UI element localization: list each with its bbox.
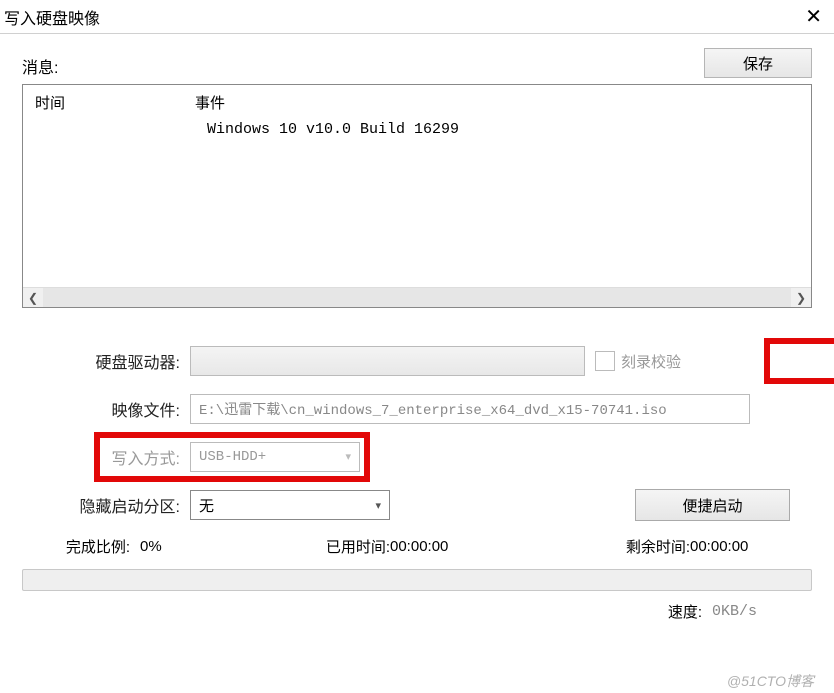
- remaining-label: 剩余时间:: [550, 536, 690, 557]
- verify-checkbox-wrap[interactable]: 刻录校验: [595, 351, 681, 372]
- log-event-text: Windows 10 v10.0 Build 16299: [207, 121, 459, 138]
- elapsed-value: 00:00:00: [390, 538, 550, 555]
- horizontal-scrollbar[interactable]: ❮ ❯: [23, 287, 811, 307]
- elapsed-label: 已用时间:: [260, 536, 390, 557]
- scroll-left-icon[interactable]: ❮: [23, 288, 43, 308]
- speed-value: 0KB/s: [712, 603, 784, 620]
- progress-label: 完成比例:: [22, 536, 140, 557]
- scroll-track[interactable]: [43, 288, 791, 307]
- close-icon[interactable]: ✕: [805, 7, 822, 27]
- progress-value: 0%: [140, 538, 260, 555]
- stats-row: 完成比例: 0% 已用时间: 00:00:00 剩余时间: 00:00:00: [22, 536, 812, 557]
- watermark: @51CTO博客: [727, 671, 814, 691]
- save-button[interactable]: 保存: [704, 48, 812, 78]
- titlebar: 写入硬盘映像 ✕: [0, 0, 834, 34]
- hide-boot-select[interactable]: 无 ▾: [190, 490, 390, 520]
- highlight-verify: [764, 338, 834, 384]
- hide-boot-value: 无: [199, 495, 214, 516]
- write-mode-value: USB-HDD+: [199, 449, 266, 465]
- speed-label: 速度:: [668, 601, 702, 622]
- verify-label: 刻录校验: [621, 351, 681, 372]
- column-header-time: 时间: [23, 92, 191, 113]
- messages-label: 消息:: [22, 54, 58, 78]
- log-entry: Windows 10 v10.0 Build 16299: [23, 119, 811, 141]
- hide-boot-label: 隐藏启动分区:: [22, 493, 190, 517]
- drive-label: 硬盘驱动器:: [22, 349, 190, 373]
- window-title: 写入硬盘映像: [4, 5, 100, 29]
- drive-select[interactable]: [190, 346, 585, 376]
- image-file-label: 映像文件:: [22, 397, 190, 421]
- write-mode-select[interactable]: USB-HDD+ ▾: [190, 442, 360, 472]
- verify-checkbox[interactable]: [595, 351, 615, 371]
- progress-bar: [22, 569, 812, 591]
- write-mode-label: 写入方式:: [22, 445, 190, 469]
- chevron-down-icon: ▾: [345, 450, 351, 464]
- scroll-right-icon[interactable]: ❯: [791, 288, 811, 308]
- messages-listbox: 时间 事件 Windows 10 v10.0 Build 16299 ❮ ❯: [22, 84, 812, 308]
- column-header-event: 事件: [191, 92, 811, 113]
- image-file-input[interactable]: [190, 394, 750, 424]
- chevron-down-icon: ▾: [375, 499, 381, 512]
- dialog-content: 消息: 保存 时间 事件 Windows 10 v10.0 Build 1629…: [0, 34, 834, 622]
- remaining-value: 00:00:00: [690, 538, 790, 555]
- quick-boot-button[interactable]: 便捷启动: [635, 489, 790, 521]
